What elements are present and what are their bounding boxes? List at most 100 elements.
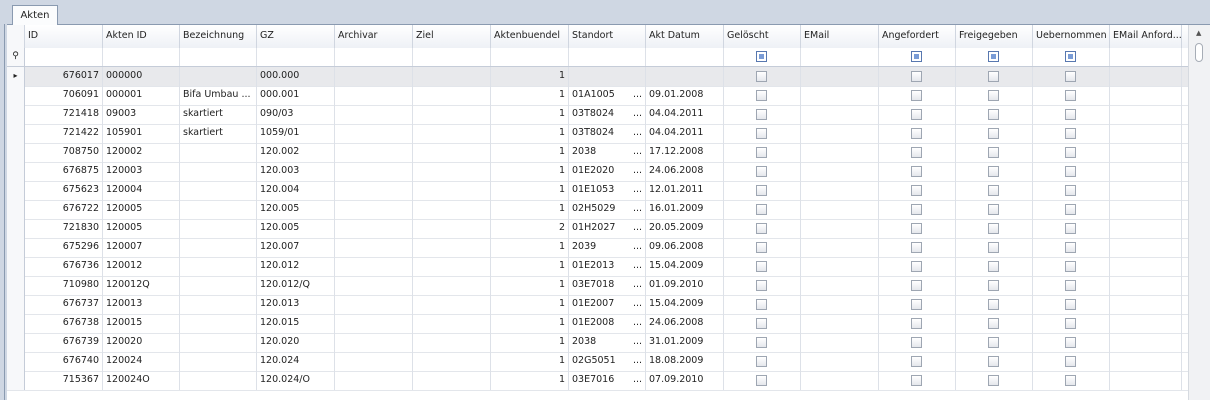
- checkbox-geloescht[interactable]: [756, 165, 767, 177]
- cell-standort[interactable]: 03T8024...: [569, 124, 646, 143]
- cell-geloescht[interactable]: [724, 162, 801, 181]
- column-header-standort[interactable]: Standort: [569, 25, 646, 48]
- column-header-akten-id[interactable]: Akten ID: [103, 25, 180, 48]
- cell-standort[interactable]: 01E2013...: [569, 257, 646, 276]
- cell-gz[interactable]: 120.015: [257, 314, 335, 333]
- checkbox-freigegeben[interactable]: [988, 203, 999, 215]
- cell-akt-datum[interactable]: 24.06.2008: [646, 162, 724, 181]
- cell-akten-id[interactable]: 120020: [103, 333, 180, 352]
- checkbox-freigegeben[interactable]: [988, 298, 999, 310]
- checkbox-angefordert[interactable]: [911, 355, 922, 367]
- cell-archivar[interactable]: [335, 181, 413, 200]
- cell-akten-id[interactable]: 120005: [103, 200, 180, 219]
- cell-ziel[interactable]: [413, 181, 491, 200]
- cell-akt-datum[interactable]: 24.06.2008: [646, 314, 724, 333]
- cell-ziel[interactable]: [413, 143, 491, 162]
- cell-gz[interactable]: 120.020: [257, 333, 335, 352]
- cell-email[interactable]: [801, 352, 879, 371]
- cell-gz[interactable]: 120.012: [257, 257, 335, 276]
- filter-checkbox-uebernommen[interactable]: [1065, 51, 1076, 62]
- cell-gz[interactable]: 000.000: [257, 67, 335, 86]
- cell-email-anford[interactable]: [1110, 219, 1182, 238]
- cell-standort[interactable]: 01E2020...: [569, 162, 646, 181]
- filter-cell-aktenbuendel[interactable]: [491, 48, 569, 66]
- cell-bezeichnung[interactable]: skartiert: [180, 124, 257, 143]
- ellipsis-button[interactable]: ...: [633, 105, 642, 123]
- cell-archivar[interactable]: [335, 295, 413, 314]
- cell-ziel[interactable]: [413, 371, 491, 390]
- cell-uebernommen[interactable]: [1033, 333, 1110, 352]
- cell-uebernommen[interactable]: [1033, 124, 1110, 143]
- checkbox-uebernommen[interactable]: [1065, 279, 1076, 291]
- checkbox-freigegeben[interactable]: [988, 336, 999, 348]
- cell-geloescht[interactable]: [724, 143, 801, 162]
- cell-akten-id[interactable]: 120013: [103, 295, 180, 314]
- checkbox-angefordert[interactable]: [911, 374, 922, 386]
- ellipsis-button[interactable]: ...: [633, 333, 642, 351]
- cell-akt-datum[interactable]: 09.01.2008: [646, 86, 724, 105]
- cell-gz[interactable]: 120.002: [257, 143, 335, 162]
- checkbox-geloescht[interactable]: [756, 260, 767, 272]
- cell-archivar[interactable]: [335, 219, 413, 238]
- ellipsis-button[interactable]: ...: [633, 352, 642, 370]
- cell-akt-datum[interactable]: 04.04.2011: [646, 124, 724, 143]
- checkbox-geloescht[interactable]: [756, 108, 767, 120]
- checkbox-freigegeben[interactable]: [988, 165, 999, 177]
- checkbox-angefordert[interactable]: [911, 89, 922, 101]
- cell-geloescht[interactable]: [724, 200, 801, 219]
- cell-id[interactable]: 721418: [25, 105, 103, 124]
- cell-bezeichnung[interactable]: [180, 257, 257, 276]
- column-header-akt-datum[interactable]: Akt Datum: [646, 25, 724, 48]
- checkbox-angefordert[interactable]: [911, 184, 922, 196]
- checkbox-freigegeben[interactable]: [988, 317, 999, 329]
- cell-archivar[interactable]: [335, 67, 413, 86]
- cell-akten-id[interactable]: 000000: [103, 67, 180, 86]
- cell-geloescht[interactable]: [724, 219, 801, 238]
- cell-akt-datum[interactable]: 12.01.2011: [646, 181, 724, 200]
- checkbox-geloescht[interactable]: [756, 127, 767, 139]
- column-header-id[interactable]: ID: [25, 25, 103, 48]
- filter-cell-gz[interactable]: [257, 48, 335, 66]
- cell-gz[interactable]: 120.005: [257, 219, 335, 238]
- checkbox-freigegeben[interactable]: [988, 241, 999, 253]
- filter-cell-email[interactable]: [801, 48, 879, 66]
- cell-email-anford[interactable]: [1110, 124, 1182, 143]
- cell-email-anford[interactable]: [1110, 200, 1182, 219]
- cell-geloescht[interactable]: [724, 181, 801, 200]
- cell-aktenbuendel[interactable]: 1: [491, 333, 569, 352]
- checkbox-freigegeben[interactable]: [988, 374, 999, 386]
- checkbox-freigegeben[interactable]: [988, 127, 999, 139]
- cell-gz[interactable]: 120.003: [257, 162, 335, 181]
- cell-aktenbuendel[interactable]: 1: [491, 86, 569, 105]
- cell-standort[interactable]: 2038...: [569, 143, 646, 162]
- cell-angefordert[interactable]: [879, 352, 956, 371]
- ellipsis-button[interactable]: ...: [633, 86, 642, 104]
- cell-geloescht[interactable]: [724, 86, 801, 105]
- cell-uebernommen[interactable]: [1033, 200, 1110, 219]
- checkbox-freigegeben[interactable]: [988, 70, 999, 82]
- table-row[interactable]: 706091 000001 Bifa Umbau ... 000.001 1 01A100…: [7, 86, 1188, 106]
- checkbox-geloescht[interactable]: [756, 317, 767, 329]
- checkbox-geloescht[interactable]: [756, 222, 767, 234]
- cell-email-anford[interactable]: [1110, 314, 1182, 333]
- ellipsis-button[interactable]: ...: [633, 295, 642, 313]
- cell-angefordert[interactable]: [879, 162, 956, 181]
- ellipsis-button[interactable]: ...: [633, 219, 642, 237]
- filter-cell-uebernommen[interactable]: [1033, 48, 1110, 66]
- table-row[interactable]: ▸ 676017 000000 000.000 1: [7, 67, 1188, 87]
- cell-akten-id[interactable]: 120003: [103, 162, 180, 181]
- filter-cell-ziel[interactable]: [413, 48, 491, 66]
- table-row[interactable]: 675296 120007 120.007 1 2039... 09.06.2008: [7, 238, 1188, 258]
- cell-archivar[interactable]: [335, 143, 413, 162]
- cell-freigegeben[interactable]: [956, 352, 1033, 371]
- table-row[interactable]: 721418 09003 skartiert 090/03 1 03T8024... 04.…: [7, 105, 1188, 125]
- vertical-scrollbar[interactable]: ▲: [1188, 25, 1210, 400]
- filter-checkbox-freigegeben[interactable]: [988, 51, 999, 62]
- checkbox-angefordert[interactable]: [911, 222, 922, 234]
- cell-email[interactable]: [801, 162, 879, 181]
- ellipsis-button[interactable]: ...: [633, 257, 642, 275]
- cell-aktenbuendel[interactable]: 1: [491, 162, 569, 181]
- cell-akten-id[interactable]: 09003: [103, 105, 180, 124]
- cell-bezeichnung[interactable]: [180, 371, 257, 390]
- ellipsis-button[interactable]: ...: [633, 143, 642, 161]
